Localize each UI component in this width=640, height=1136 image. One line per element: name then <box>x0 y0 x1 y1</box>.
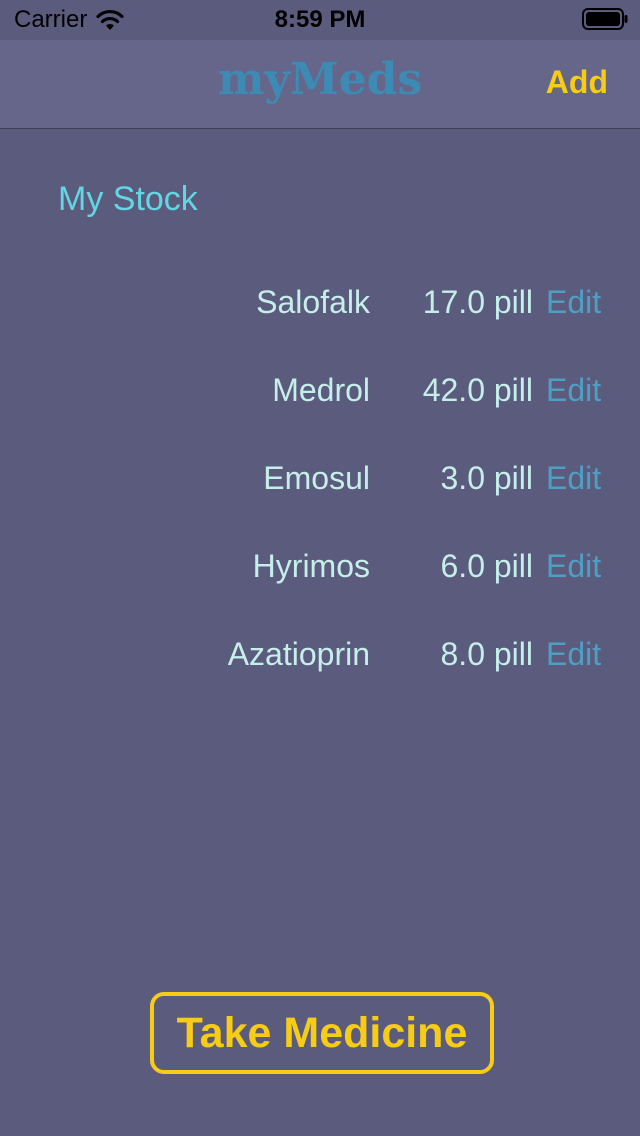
navigation-bar: myMeds Add <box>0 40 640 129</box>
edit-button[interactable]: Edit <box>546 372 601 409</box>
edit-button[interactable]: Edit <box>546 284 601 321</box>
app-title: myMeds <box>217 54 423 105</box>
add-button[interactable]: Add <box>546 64 608 101</box>
edit-button[interactable]: Edit <box>546 548 601 585</box>
medicine-name: Emosul <box>263 460 370 496</box>
medicine-name: Hyrimos <box>252 548 370 584</box>
clock: 8:59 PM <box>274 6 366 33</box>
medicine-amount: 8.0 pill <box>440 636 534 672</box>
medicine-name: Medrol <box>272 372 370 408</box>
medicine-amount: 17.0 pill <box>422 284 533 320</box>
take-medicine-button[interactable]: Take Medicine <box>150 992 494 1074</box>
stock-row: Hyrimos 6.0 pill Edit <box>0 548 640 592</box>
medicine-name: Azatioprin <box>227 636 370 672</box>
stock-row: Azatioprin 8.0 pill Edit <box>0 636 640 680</box>
stock-row: Emosul 3.0 pill Edit <box>0 460 640 504</box>
medicine-amount: 3.0 pill <box>440 460 534 496</box>
section-title: My Stock <box>58 180 198 218</box>
status-bar: Carrier 8:59 PM <box>0 0 640 40</box>
battery-icon <box>582 8 628 30</box>
medicine-name: Salofalk <box>256 284 370 320</box>
stock-row: Medrol 42.0 pill Edit <box>0 372 640 416</box>
stock-row: Salofalk 17.0 pill Edit <box>0 284 640 328</box>
edit-button[interactable]: Edit <box>546 636 601 673</box>
edit-button[interactable]: Edit <box>546 460 601 497</box>
medicine-amount: 6.0 pill <box>440 548 534 584</box>
medicine-amount: 42.0 pill <box>422 372 533 408</box>
